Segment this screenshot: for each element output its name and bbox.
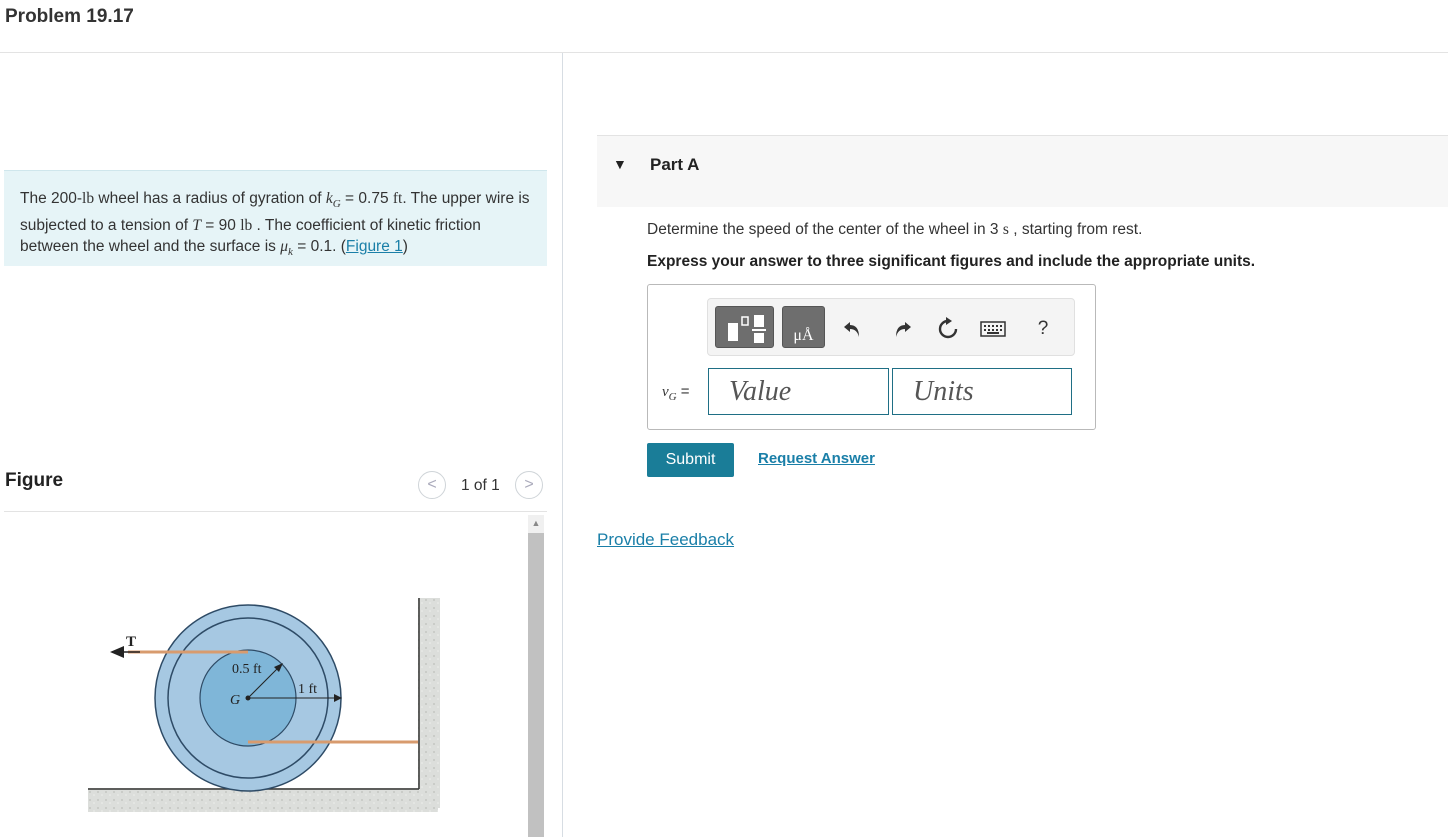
answer-instruction: Express your answer to three significant… — [647, 253, 1256, 270]
reset-icon — [938, 317, 958, 339]
wall — [418, 598, 440, 808]
templates-icon — [728, 315, 766, 343]
chevron-right-icon: > — [524, 476, 534, 493]
ground — [88, 788, 438, 812]
title-divider — [0, 52, 1448, 53]
problem-statement: The 200-lb wheel has a radius of gyratio… — [4, 170, 547, 266]
redo-button[interactable] — [889, 316, 915, 342]
unit-ft: ft — [392, 190, 403, 207]
undo-button[interactable] — [840, 316, 866, 342]
redo-icon — [896, 322, 911, 337]
unit-lb: lb — [240, 217, 253, 235]
undo-icon — [844, 322, 859, 337]
figure-pager: 1 of 1 — [461, 477, 500, 494]
request-answer-link[interactable]: Request Answer — [758, 450, 875, 467]
symbol-k: k — [325, 190, 333, 207]
problem-text: wheel has a radius of gyration of — [94, 190, 326, 207]
symbol-v: v — [662, 384, 669, 400]
part-a-title[interactable]: Part A — [650, 155, 699, 175]
inner-radius-label: 0.5 ft — [232, 662, 262, 677]
problem-text: ) — [402, 238, 408, 256]
units-icon: μÅ — [793, 327, 814, 344]
question-text: Determine the speed of the center of the… — [647, 221, 1142, 239]
keyboard-icon — [980, 321, 1006, 337]
subscript-g: G — [332, 198, 341, 211]
equals-sign: = — [676, 383, 690, 400]
page-title: Problem 19.17 — [5, 6, 134, 27]
center-label: G — [230, 693, 240, 708]
problem-text: = 0.75 — [340, 190, 393, 207]
outer-radius-label: 1 ft — [298, 682, 317, 697]
units-input[interactable]: Units — [892, 368, 1072, 415]
problem-text: The 200- — [20, 190, 83, 207]
center-point — [245, 695, 251, 701]
question-text-suffix: , starting from rest. — [1008, 221, 1143, 238]
help-button[interactable]: ? — [1030, 316, 1056, 342]
previous-figure-button[interactable]: < — [418, 471, 446, 499]
figure-link[interactable]: Figure 1 — [346, 238, 403, 255]
question-text-prefix: Determine the speed of the center of the… — [647, 221, 1003, 238]
reset-button[interactable] — [935, 316, 961, 342]
part-a-header[interactable] — [597, 135, 1448, 207]
problem-text: = 0.1. ( — [292, 238, 346, 256]
answer-variable-label: vG = — [662, 383, 690, 403]
scrollbar-thumb[interactable] — [528, 533, 544, 837]
caret-down-icon[interactable]: ▼ — [613, 156, 627, 172]
next-figure-button[interactable]: > — [515, 471, 543, 499]
subscript-g: G — [668, 391, 677, 403]
value-input[interactable]: Value — [708, 368, 889, 415]
keyboard-button[interactable] — [980, 316, 1006, 342]
chevron-left-icon: < — [427, 476, 437, 493]
provide-feedback-link[interactable]: Provide Feedback — [597, 530, 734, 550]
problem-text: = 90 — [200, 217, 241, 235]
units-button[interactable]: μÅ — [782, 306, 825, 348]
pane-divider[interactable] — [562, 53, 563, 837]
templates-button[interactable] — [715, 306, 774, 348]
figure-divider — [4, 511, 547, 512]
symbol-mu: μ — [280, 238, 289, 256]
tension-arrow-icon — [110, 646, 124, 658]
figure-heading: Figure — [5, 470, 64, 491]
unit-lb: lb — [82, 190, 95, 207]
help-icon: ? — [1037, 318, 1049, 339]
tension-label: T — [126, 634, 136, 650]
symbol-t: T — [192, 217, 201, 235]
scroll-up-icon[interactable]: ▲ — [528, 515, 544, 531]
submit-button[interactable]: Submit — [647, 443, 734, 477]
wheel-figure: T 0.5 ft 1 ft G — [88, 598, 440, 812]
